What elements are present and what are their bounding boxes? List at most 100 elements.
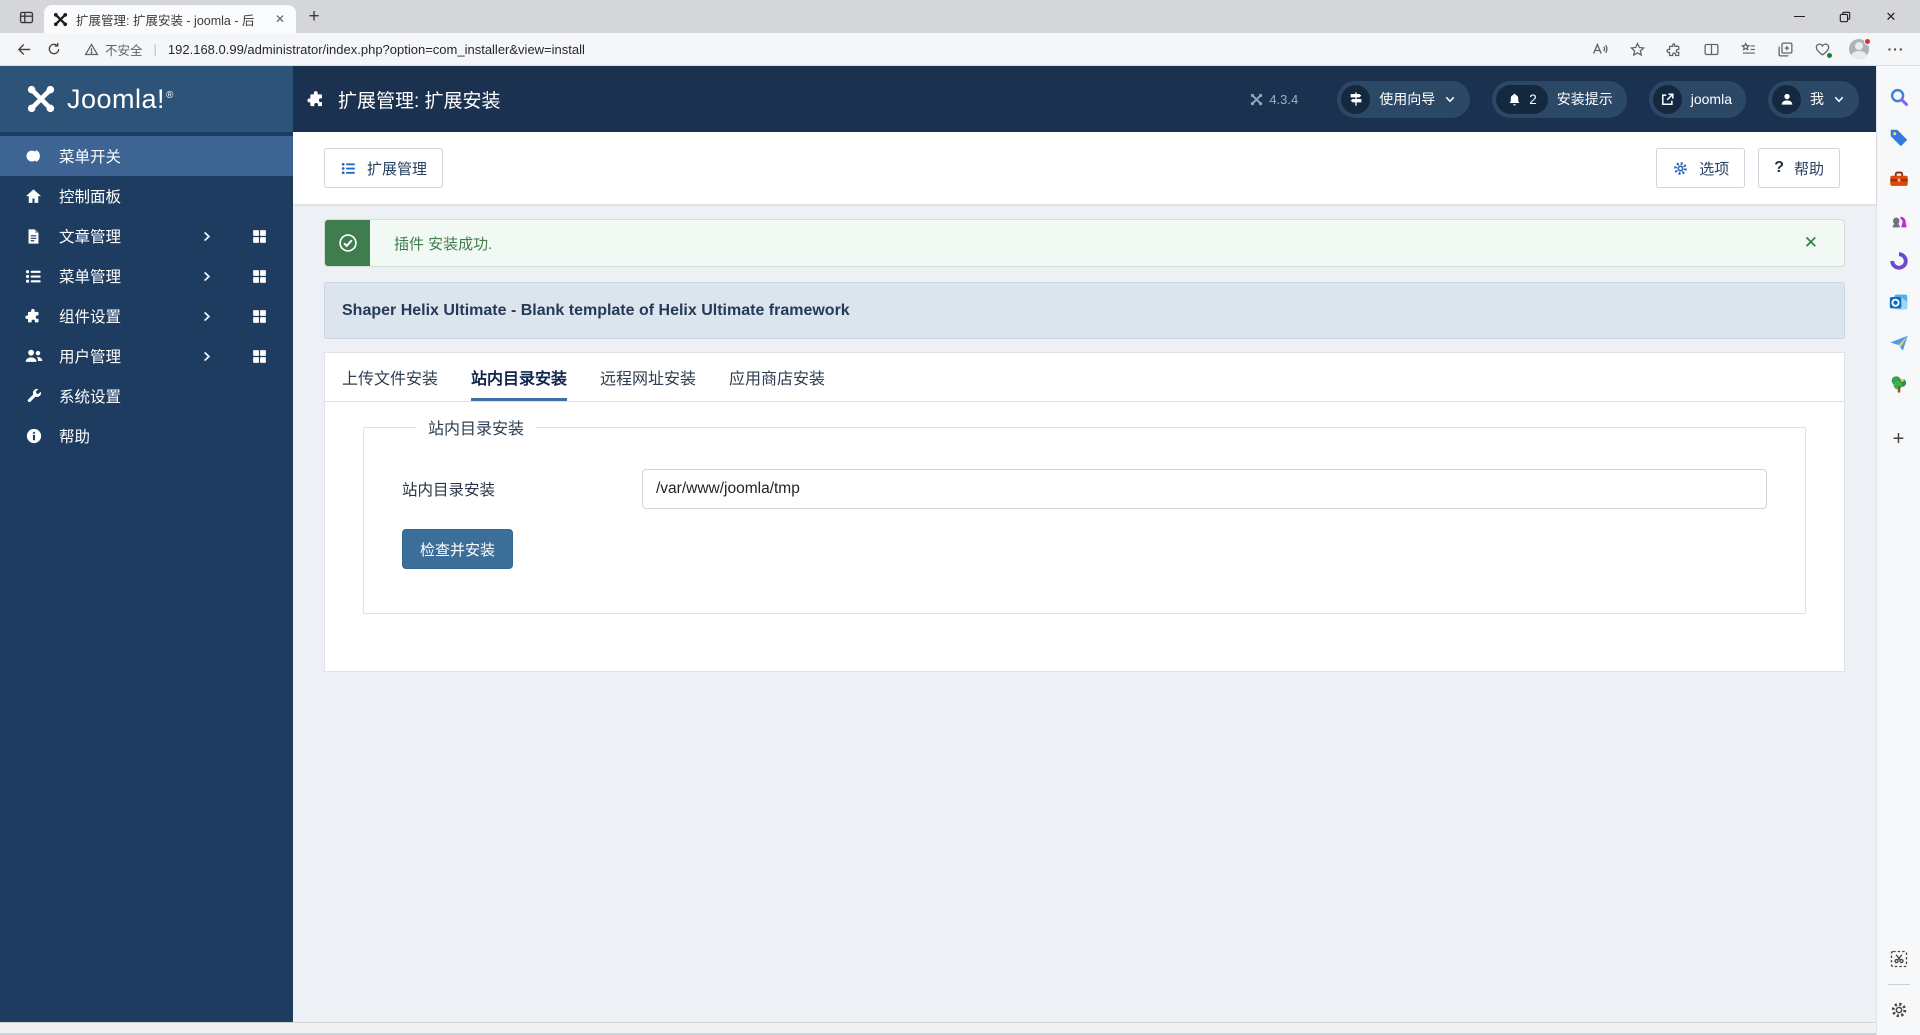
window-close-button[interactable]: ✕ [1868, 0, 1914, 33]
chevron-right-icon [200, 350, 214, 363]
sidebar-item-label: 系统设置 [59, 389, 122, 406]
menus-icon [23, 267, 44, 286]
site-security[interactable]: 不安全 [84, 40, 143, 59]
user-icon [1772, 84, 1801, 114]
new-tab-button[interactable]: + [300, 4, 328, 30]
sidebar-item-help[interactable]: 帮助 [0, 416, 293, 456]
browser-menu-icon[interactable]: ··· [1882, 36, 1910, 62]
users-icon [23, 346, 44, 366]
security-warning-label: 不安全 [105, 43, 143, 58]
dashboard-grid-icon[interactable] [251, 228, 269, 245]
settings-gear-icon[interactable] [1886, 997, 1912, 1023]
chevron-right-icon [200, 270, 214, 283]
collections-icon[interactable] [1771, 36, 1799, 62]
web-capture-icon[interactable] [1886, 946, 1912, 972]
gear-icon [1672, 160, 1689, 177]
sidebar-item-system[interactable]: 系统设置 [0, 376, 293, 416]
version-badge: 4.3.4 [1250, 92, 1298, 107]
browser-essentials-icon[interactable] [1808, 36, 1836, 62]
tab-install-from-url[interactable]: 远程网址安装 [600, 353, 696, 401]
sidebar-item-users[interactable]: 用户管理 [0, 336, 293, 376]
guide-button[interactable]: 使用向导 [1337, 80, 1471, 118]
favorites-list-icon[interactable] [1734, 36, 1762, 62]
options-label: 选项 [1699, 160, 1730, 178]
list-icon [340, 160, 357, 177]
window-bottom-strip [0, 1022, 1876, 1035]
address-divider: | [153, 41, 157, 57]
template-notice-bar: Shaper Helix Ultimate - Blank template o… [324, 282, 1845, 339]
profile-avatar[interactable] [1845, 36, 1873, 62]
drop-icon[interactable] [1886, 330, 1912, 356]
sidebar-item-articles[interactable]: 文章管理 [0, 216, 293, 256]
add-sidebar-app-icon[interactable]: + [1886, 426, 1912, 452]
tab-close-icon[interactable]: ✕ [273, 12, 287, 26]
warning-icon [84, 42, 99, 57]
page-title: 扩展管理: 扩展安装 [307, 86, 501, 113]
address-bar[interactable]: 192.168.0.99/administrator/index.php?opt… [168, 42, 1574, 57]
user-menu-button[interactable]: 我 [1768, 80, 1859, 118]
tab-title: 扩展管理: 扩展安装 - joomla - 后 [76, 13, 255, 28]
help-label: 帮助 [1793, 160, 1824, 178]
joomla-sidebar: Joomla!® 菜单开关 控制面板 文章管理 菜单管理 组件设置 用户管理 系… [0, 66, 293, 1022]
joomla-version-icon [1250, 93, 1263, 106]
check-and-install-button[interactable]: 检查并安装 [402, 529, 514, 569]
games-icon[interactable] [1886, 207, 1912, 233]
tab-install-from-web[interactable]: 应用商店安装 [729, 353, 825, 401]
read-aloud-icon[interactable] [1586, 36, 1614, 62]
sidebar-item-label: 组件设置 [59, 309, 122, 326]
browser-tab[interactable]: 扩展管理: 扩展安装 - joomla - 后 ✕ [44, 5, 296, 33]
notifications-button[interactable]: 2 安装提示 [1492, 80, 1627, 118]
search-icon[interactable] [1886, 84, 1912, 110]
microsoft-365-icon[interactable] [1886, 248, 1912, 274]
joomla-logo-text: Joomla!® [67, 83, 174, 114]
window-minimize-button[interactable] [1776, 0, 1822, 33]
sidebar-divider [1887, 984, 1910, 985]
sidebar-item-menu-toggle[interactable]: 菜单开关 [0, 136, 293, 176]
window-restore-button[interactable] [1822, 0, 1868, 33]
install-tabs: 上传文件安装 站内目录安装 远程网址安装 应用商店安装 [325, 353, 1844, 402]
tab-install-from-folder[interactable]: 站内目录安装 [471, 353, 568, 401]
question-icon: ? [1774, 159, 1784, 176]
extensions-icon[interactable] [1660, 36, 1688, 62]
install-directory-input[interactable] [642, 469, 1767, 509]
sidebar-item-label: 用户管理 [59, 349, 122, 366]
split-screen-icon[interactable] [1697, 36, 1725, 62]
sidebar-item-control-panel[interactable]: 控制面板 [0, 176, 293, 216]
chevron-right-icon [200, 310, 214, 323]
browser-toolbar: 不安全 | 192.168.0.99/administrator/index.p… [0, 33, 1920, 66]
alert-close-icon[interactable]: ✕ [1778, 220, 1844, 266]
dashboard-grid-icon[interactable] [251, 308, 269, 325]
help-button[interactable]: ? 帮助 [1758, 148, 1840, 188]
menu-toggle-icon [23, 146, 44, 166]
check-circle-icon [325, 220, 370, 266]
page-column: Joomla!® 菜单开关 控制面板 文章管理 菜单管理 组件设置 用户管理 系… [0, 66, 1876, 1035]
install-from-folder-panel: 站内目录安装 站内目录安装 检查并安装 [325, 402, 1844, 656]
sidebar-item-label: 菜单开关 [59, 149, 122, 166]
tree-icon[interactable] [1886, 371, 1912, 397]
dashboard-grid-icon[interactable] [251, 268, 269, 285]
more-glyph: ··· [1887, 41, 1905, 57]
tab-upload-package[interactable]: 上传文件安装 [342, 353, 438, 401]
manage-extensions-button[interactable]: 扩展管理 [324, 148, 444, 188]
info-icon [23, 427, 44, 445]
dashboard-grid-icon[interactable] [251, 348, 269, 365]
profile-notification-dot [1864, 38, 1871, 45]
signpost-icon [1341, 84, 1371, 114]
edge-sidebar: + [1876, 66, 1920, 1035]
favorite-star-icon[interactable] [1623, 36, 1651, 62]
preview-site-button[interactable]: joomla [1648, 80, 1746, 118]
sidebar-item-menus[interactable]: 菜单管理 [0, 256, 293, 296]
joomla-logo-bar: Joomla!® [0, 66, 293, 132]
options-button[interactable]: 选项 [1656, 148, 1746, 188]
install-folder-fieldset: 站内目录安装 站内目录安装 检查并安装 [363, 415, 1806, 614]
wrench-icon [23, 387, 44, 405]
outlook-icon[interactable] [1886, 289, 1912, 315]
tab-actions-icon[interactable] [12, 4, 40, 30]
refresh-icon[interactable] [40, 36, 68, 62]
back-icon[interactable] [10, 36, 38, 62]
directory-form-row: 站内目录安装 [402, 469, 1767, 509]
sidebar-item-components[interactable]: 组件设置 [0, 296, 293, 336]
tools-icon[interactable] [1886, 166, 1912, 192]
essentials-status-dot [1826, 52, 1833, 59]
shopping-icon[interactable] [1886, 125, 1912, 151]
